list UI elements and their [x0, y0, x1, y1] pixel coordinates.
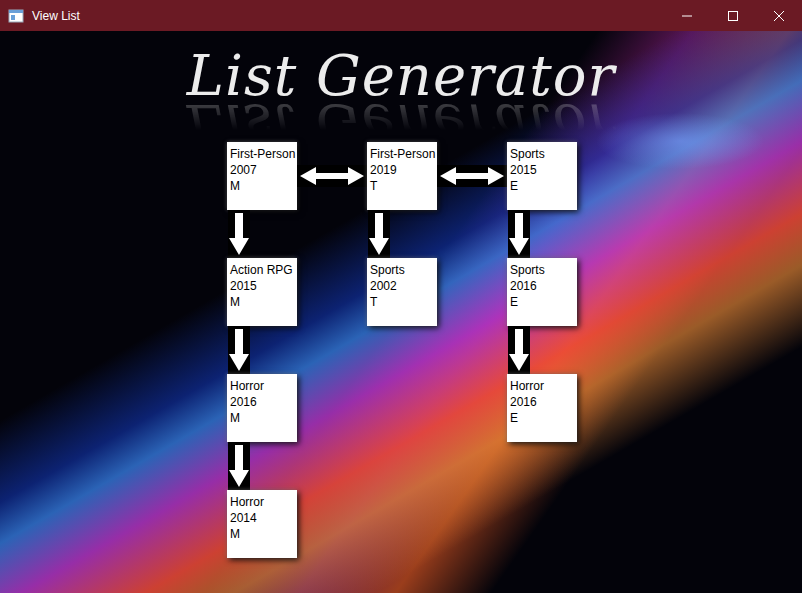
- node-genre: Action RPG: [230, 262, 295, 278]
- app-heading: List Generator: [0, 45, 802, 107]
- down-arrow-icon: [508, 326, 530, 374]
- node-year: 2002: [370, 278, 435, 294]
- double-arrow-icon: [297, 165, 367, 187]
- node-genre: First-Person: [370, 146, 435, 162]
- node-rating: M: [230, 410, 295, 426]
- maximize-icon[interactable]: [710, 0, 756, 31]
- list-node: First-Person2019T: [367, 142, 437, 210]
- node-year: 2016: [510, 278, 575, 294]
- node-genre: Horror: [510, 378, 575, 394]
- node-genre: First-Person: [230, 146, 295, 162]
- double-arrow-icon: [437, 165, 507, 187]
- node-rating: M: [230, 294, 295, 310]
- list-node: First-Person2007M: [227, 142, 297, 210]
- down-arrow-icon: [508, 210, 530, 258]
- list-node: Horror2016E: [507, 374, 577, 442]
- app-icon: [8, 8, 24, 24]
- node-year: 2015: [230, 278, 295, 294]
- node-rating: E: [510, 294, 575, 310]
- node-genre: Sports: [510, 146, 575, 162]
- node-year: 2007: [230, 162, 295, 178]
- node-rating: E: [510, 178, 575, 194]
- minimize-icon[interactable]: [664, 0, 710, 31]
- node-rating: M: [230, 178, 295, 194]
- node-year: 2014: [230, 510, 295, 526]
- list-canvas: List Generator First-Person2007MAction R…: [0, 31, 802, 593]
- down-arrow-icon: [228, 442, 250, 490]
- node-genre: Horror: [230, 378, 295, 394]
- list-node: Horror2016M: [227, 374, 297, 442]
- node-rating: T: [370, 178, 435, 194]
- node-genre: Horror: [230, 494, 295, 510]
- node-year: 2019: [370, 162, 435, 178]
- down-arrow-icon: [368, 210, 390, 258]
- node-year: 2016: [510, 394, 575, 410]
- node-rating: M: [230, 526, 295, 542]
- node-genre: Sports: [370, 262, 435, 278]
- node-year: 2015: [510, 162, 575, 178]
- close-icon[interactable]: [756, 0, 802, 31]
- list-node: Sports2016E: [507, 258, 577, 326]
- list-node: Action RPG2015M: [227, 258, 297, 326]
- window: View List List Generator First-Person200…: [0, 0, 802, 593]
- node-rating: T: [370, 294, 435, 310]
- list-node: Sports2002T: [367, 258, 437, 326]
- down-arrow-icon: [228, 210, 250, 258]
- list-node: Horror2014M: [227, 490, 297, 558]
- down-arrow-icon: [228, 326, 250, 374]
- list-node: Sports2015E: [507, 142, 577, 210]
- window-title: View List: [24, 7, 664, 25]
- title-bar[interactable]: View List: [0, 0, 802, 31]
- node-year: 2016: [230, 394, 295, 410]
- node-rating: E: [510, 410, 575, 426]
- node-genre: Sports: [510, 262, 575, 278]
